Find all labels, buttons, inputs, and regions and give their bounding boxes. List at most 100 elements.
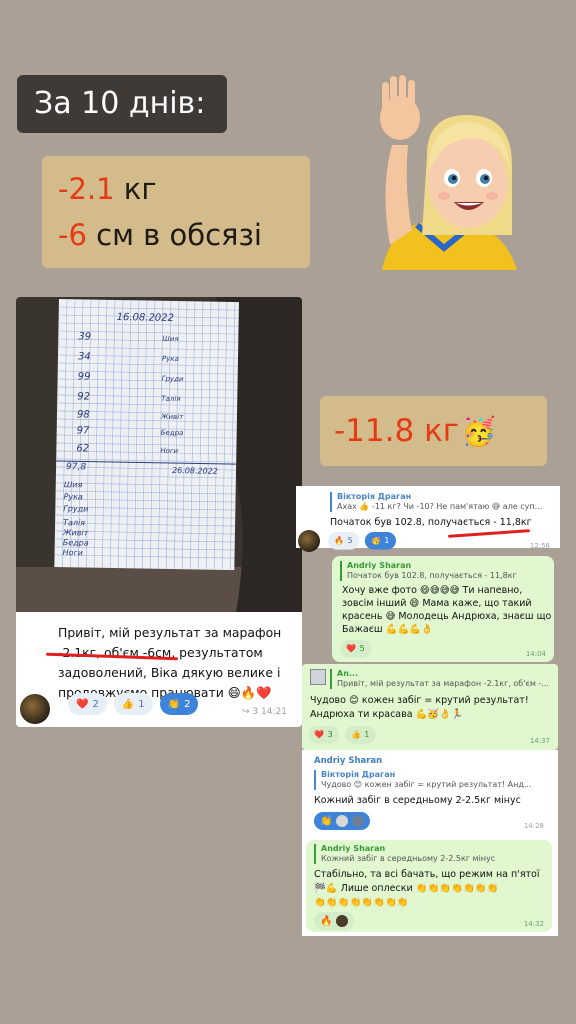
message-bubble[interactable]: An... Привіт, мій результат за марафон -… (302, 664, 558, 750)
notebook-label: Живіт (62, 528, 89, 537)
notebook-value: 99 (78, 371, 91, 382)
message-text-line: Хочу вже фото 😄😅😅😅 Ти напевно, (342, 585, 523, 596)
reaction-heart[interactable]: ❤️ 3 (308, 726, 340, 744)
reaction-count: 1 (384, 536, 390, 546)
message-bubble[interactable]: Andriy Sharan Кожний забіг в середньому … (306, 840, 552, 932)
reply-text: Ахах 👍 -11 кг? Чи -10? Не пам'ятаю 😅 але… (337, 502, 543, 511)
reply-thumbnail (310, 669, 326, 685)
message-text: Кожний забіг в середньому 2-2.5кг мінус (314, 795, 521, 806)
reply-quote[interactable]: Andriy Sharan Кожний забіг в середньому … (314, 844, 544, 864)
reply-author: Andriy Sharan (321, 844, 386, 853)
reply-author: Вікторія Драган (337, 492, 412, 501)
notebook-value: 39 (78, 331, 91, 342)
notebook-label: Живіт (160, 413, 184, 421)
thumbs-up-icon: 👍 (121, 698, 135, 710)
message-text-line: Андрюха ти красава 💪🥳👌🏃 (310, 709, 463, 720)
reaction-count: 5 (359, 644, 365, 654)
message-bubble[interactable]: Andriy Sharan Початок був 102.8, получає… (332, 556, 554, 662)
sender-avatar[interactable] (20, 694, 50, 724)
notebook-label: Бедра (161, 429, 184, 437)
volume-stat-unit: см в обсязі (86, 218, 262, 252)
heart-icon: ❤️ (76, 698, 89, 710)
reply-quote[interactable]: An... Привіт, мій результат за марафон -… (330, 669, 550, 689)
views-icon: ↪ (242, 707, 253, 717)
post-text-line: Привіт, мій результат за марафон (58, 625, 282, 640)
message-text-line: Стабільно, та всі бачать, що режим на п'… (314, 869, 540, 880)
party-face-icon: 🥳 (371, 536, 382, 546)
weight-stat-unit: кг (114, 172, 157, 206)
reaction-party[interactable]: 🥳 1 (364, 532, 396, 550)
post-text-line: задоволений, Віка дякую велике і (58, 665, 281, 680)
reaction-count: 1 (364, 730, 370, 740)
message-time: 14:28 (523, 822, 544, 830)
heart-icon: ❤️ (314, 730, 325, 740)
total-loss-value: -11.8 кг (334, 413, 460, 449)
reaction-row: ❤️ 2 👍 1 👏 2 (68, 693, 199, 715)
reaction-row: 🔥 5 🥳 1 (328, 532, 396, 550)
reply-text: Кожний забіг в середньому 2-2.5кг мінус (321, 854, 496, 863)
reaction-row: ❤️ 5 (340, 640, 372, 658)
reply-author: Вікторія Драган (321, 770, 396, 779)
message-text-line: красень 😅 Молодець Андрюха, знаєш що (342, 611, 552, 622)
message-bubble[interactable]: Вікторія Драган Ахах 👍 -11 кг? Чи -10? Н… (324, 488, 556, 550)
reaction-thumbs-up[interactable]: 👍 1 (344, 726, 376, 744)
message-time: 14:32 (523, 920, 544, 928)
reaction-heart[interactable]: ❤️ 2 (68, 693, 107, 715)
post-time: 14:21 (261, 707, 287, 717)
telegram-post-card[interactable]: 16.08.2022 39 34 99 92 98 97 62 Шия Рука… (16, 297, 302, 727)
notebook-date-top: 16.08.2022 (117, 312, 174, 324)
clapping-icon: 👏 (320, 815, 333, 827)
total-loss-card: -11.8 кг🥳 (320, 396, 547, 466)
message-text-line: 🏁💪 Лише оплески 👏👏👏👏👏👏👏 (314, 883, 499, 894)
views-count: 3 (252, 707, 259, 717)
notebook-value: 62 (76, 443, 89, 454)
reaction-row: ❤️ 3 👍 1 (308, 726, 376, 744)
fire-icon: 🔥 (334, 536, 345, 546)
heart-icon: ❤️ (346, 644, 357, 654)
reaction-thumbs-up[interactable]: 👍 1 (113, 693, 153, 715)
notebook-label: Шия (64, 480, 83, 489)
notebook-value: 97 (77, 425, 91, 436)
message-text-line: Бажаєш 💪💪💪👌 (342, 624, 433, 635)
reaction-fire[interactable]: 🔥 (314, 912, 355, 930)
reaction-clap[interactable]: 👏 2 (159, 693, 199, 715)
message-bubble[interactable]: Andriy Sharan Вікторія Драган Чудово 😊 к… (306, 752, 552, 834)
notebook-value: 98 (77, 409, 90, 420)
reaction-fire[interactable]: 🔥 5 (328, 532, 360, 550)
reaction-avatars[interactable]: 👏 (314, 812, 371, 830)
reply-quote[interactable]: Вікторія Драган Чудово 😊 кожен забіг = к… (314, 770, 544, 790)
post-meta: ↪ 3 14:21 (242, 707, 287, 717)
reply-text: Початок був 102.8, получається - 11,8кг (347, 571, 517, 580)
red-underline (447, 529, 531, 538)
notebook-label: Рука (63, 492, 83, 501)
weight-stat-value: -2.1 (58, 172, 115, 206)
notebook-photo[interactable]: 16.08.2022 39 34 99 92 98 97 62 Шия Рука… (16, 297, 302, 612)
reaction-row: 🔥 (314, 912, 355, 930)
message-time: 14:37 (529, 737, 550, 745)
reply-quote[interactable]: Вікторія Драган Ахах 👍 -11 кг? Чи -10? Н… (330, 492, 550, 512)
reply-author: Andriy Sharan (347, 561, 412, 570)
sender-avatar[interactable] (298, 530, 320, 552)
volume-stat-value: -6 (58, 218, 87, 252)
sender-name: Andriy Sharan (314, 756, 383, 766)
reaction-count: 2 (184, 698, 191, 710)
notebook-label: Груди (63, 504, 88, 513)
chat-screenshot-1: Вікторія Драган Ахах 👍 -11 кг? Чи -10? Н… (296, 486, 560, 552)
reaction-count: 5 (347, 536, 353, 546)
notebook-date-bottom: 26.08.2022 (172, 466, 218, 476)
reaction-count: 1 (138, 698, 145, 710)
reaction-row: 👏 (314, 812, 371, 830)
notebook-value: 92 (77, 391, 90, 402)
reactor-avatar (336, 815, 349, 827)
stats-card: -2.1 кг -6 см в обсязі (42, 156, 310, 268)
message-text-line: 👏👏👏👏👏👏👏👏 (314, 897, 409, 908)
notebook-label: Рука (162, 355, 179, 363)
notebook-label: Бедра (63, 538, 89, 547)
notebook-label: Талія (161, 395, 180, 403)
reaction-heart[interactable]: ❤️ 5 (340, 640, 372, 658)
reaction-count: 2 (92, 698, 99, 710)
reply-quote[interactable]: Andriy Sharan Початок був 102.8, получає… (340, 561, 540, 581)
reaction-count: 3 (327, 730, 333, 740)
memoji-waving-avatar (380, 75, 517, 270)
notebook-label: Груди (162, 375, 184, 383)
